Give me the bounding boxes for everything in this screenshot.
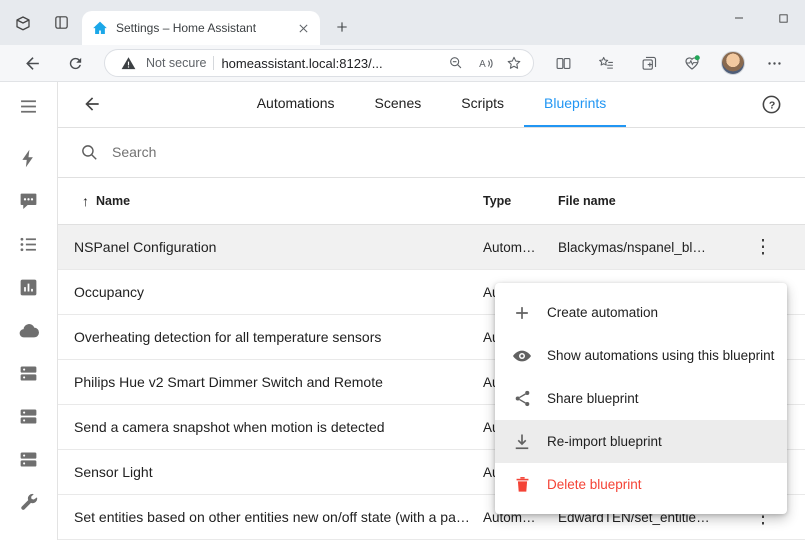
ha-sidebar [0,82,58,540]
refresh-icon[interactable] [61,49,89,77]
svg-text:A: A [479,59,486,70]
menu-item-show-automations[interactable]: Show automations using this blueprint [495,334,787,377]
collections-icon[interactable] [635,49,663,77]
share-icon [511,388,533,410]
browser-essentials-icon[interactable] [678,49,706,77]
table-header: ↑ Name Type File name [58,178,805,226]
security-label: Not secure [146,56,206,70]
column-type[interactable]: Type [483,194,558,208]
ha-tab-bar: Automations Scenes Scripts Blueprints [112,82,751,127]
menu-item-delete-blueprint[interactable]: Delete blueprint [495,463,787,506]
blueprint-context-menu: Create automation Show automations using… [495,283,787,514]
browser-toolbar: Not secure homeassistant.local:8123/... … [0,45,805,82]
server-icon-2[interactable] [8,395,50,438]
new-tab-button[interactable] [328,13,356,41]
maximize-button[interactable] [761,0,805,36]
vertical-tabs-icon[interactable] [46,8,76,38]
back-icon[interactable] [18,49,46,77]
tab-automations[interactable]: Automations [237,82,355,127]
search-input[interactable] [112,144,783,160]
column-file-name[interactable]: File name [558,194,721,208]
server-icon-1[interactable] [8,352,50,395]
download-icon [511,431,533,453]
zoom-out-icon[interactable] [445,52,467,74]
browser-tab[interactable]: Settings – Home Assistant [82,11,320,45]
energy-icon[interactable] [8,137,50,180]
minimize-button[interactable] [717,0,761,36]
column-name[interactable]: ↑ Name [58,193,483,209]
url-text[interactable]: homeassistant.local:8123/... [221,56,438,71]
home-assistant-favicon [92,20,108,36]
tab-scenes[interactable]: Scenes [355,82,442,127]
browser-settings-icon[interactable] [760,49,788,77]
developer-tools-icon[interactable] [8,481,50,524]
menu-item-create-automation[interactable]: Create automation [495,291,787,334]
tab-title: Settings – Home Assistant [116,21,286,35]
help-icon[interactable]: ? [751,84,791,124]
tab-close-icon[interactable] [294,19,312,37]
ha-back-icon[interactable] [72,84,112,124]
table-row[interactable]: NSPanel Configuration Autom… Blackymas/n… [58,225,805,270]
sidebar-menu-icon[interactable] [8,85,50,128]
search-row [58,128,805,178]
eye-icon [511,345,533,367]
tab-scripts[interactable]: Scripts [441,82,524,127]
media-chat-icon[interactable] [8,180,50,223]
server-icon-3[interactable] [8,438,50,481]
profile-avatar[interactable] [721,51,745,75]
svg-text:?: ? [768,99,774,111]
favorite-star-icon[interactable] [503,52,525,74]
address-bar[interactable]: Not secure homeassistant.local:8123/... … [104,49,534,77]
sort-ascending-icon[interactable]: ↑ [82,193,89,209]
history-chart-icon[interactable] [8,266,50,309]
split-screen-icon[interactable] [549,49,577,77]
todo-list-icon[interactable] [8,223,50,266]
tab-blueprints[interactable]: Blueprints [524,82,626,127]
menu-item-share-blueprint[interactable]: Share blueprint [495,377,787,420]
ha-header: Automations Scenes Scripts Blueprints ? [58,82,805,128]
address-divider [213,56,214,70]
workspaces-icon[interactable] [8,8,38,38]
browser-tabstrip: Settings – Home Assistant [0,0,805,45]
read-aloud-icon[interactable]: A [474,52,496,74]
search-icon [80,143,99,162]
trash-icon [511,474,533,496]
favorites-hub-icon[interactable] [592,49,620,77]
cloud-icon[interactable] [8,309,50,352]
row-overflow-menu-icon[interactable]: ⋮ [743,227,783,267]
menu-item-reimport-blueprint[interactable]: Re-import blueprint [495,420,787,463]
plus-icon [511,302,533,324]
warning-icon[interactable] [117,52,139,74]
